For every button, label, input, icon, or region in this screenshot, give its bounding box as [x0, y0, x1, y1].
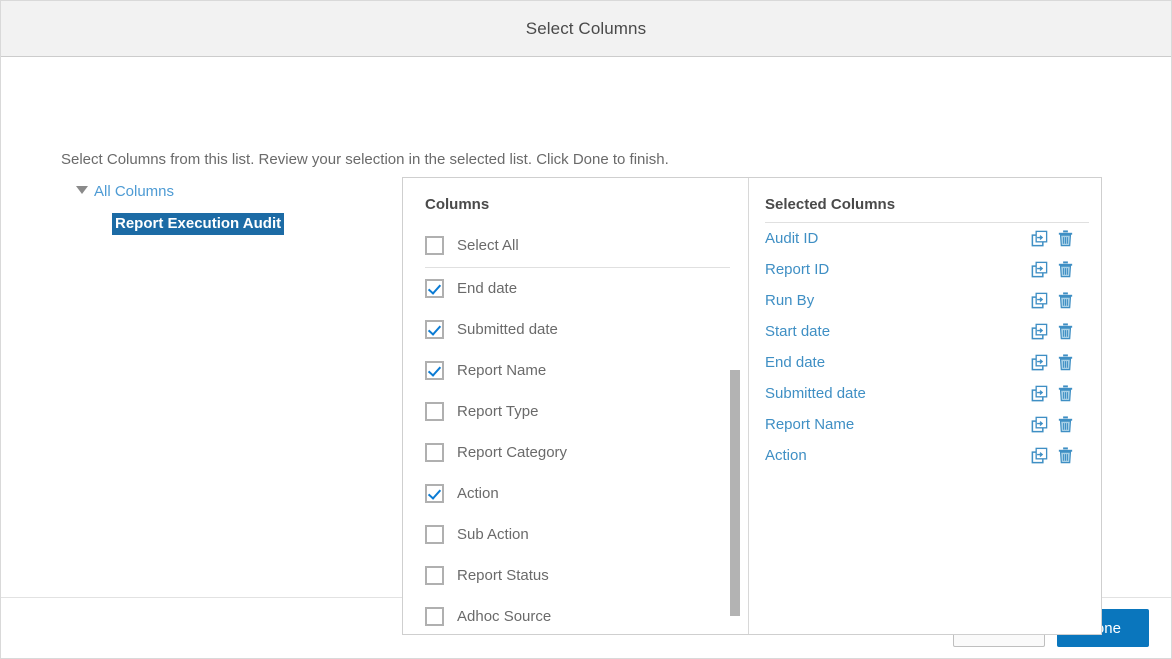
checkbox-row[interactable]: Report Status [403, 555, 748, 596]
selected-column-row[interactable]: Start date [749, 316, 1101, 347]
column-checkbox[interactable] [425, 566, 444, 585]
column-label: Report Status [457, 567, 549, 584]
selected-column-actions [1030, 353, 1075, 372]
delete-icon[interactable] [1056, 353, 1075, 372]
delete-icon[interactable] [1056, 415, 1075, 434]
column-label: Action [457, 485, 499, 502]
selected-column-actions [1030, 322, 1075, 341]
move-to-icon[interactable] [1030, 291, 1049, 310]
tree-node-report-execution-audit-label: Report Execution Audit [112, 213, 285, 235]
move-to-icon[interactable] [1030, 415, 1049, 434]
caret-down-icon[interactable] [75, 182, 89, 196]
checkbox-row[interactable]: Action [403, 473, 748, 514]
checkbox-row[interactable]: Adhoc Source [403, 596, 748, 634]
instruction-text: Select Columns from this list. Review yo… [61, 151, 669, 168]
selected-column-row[interactable]: Report Name [749, 409, 1101, 440]
checkbox-row[interactable]: Report Name [403, 350, 748, 391]
selected-column-label: Report Name [765, 416, 855, 433]
column-label: Submitted date [457, 321, 558, 338]
column-label: Report Category [457, 444, 568, 461]
selected-column-label: Submitted date [765, 385, 866, 402]
dialog-title: Select Columns [525, 18, 647, 38]
column-label: Adhoc Source [457, 608, 552, 625]
delete-icon[interactable] [1056, 260, 1075, 279]
selected-column-row[interactable]: Report ID [749, 254, 1101, 285]
tree-node-all-columns-label: All Columns [94, 182, 175, 200]
selected-columns-list: Audit ID Report ID Run By Start date End… [749, 222, 1101, 634]
selected-column-actions [1030, 415, 1075, 434]
checkbox-row[interactable]: End date [403, 268, 748, 309]
move-to-icon[interactable] [1030, 260, 1049, 279]
column-label: Report Name [457, 362, 547, 379]
selected-column-actions [1030, 260, 1075, 279]
selected-column-row[interactable]: End date [749, 347, 1101, 378]
column-checkbox[interactable] [425, 443, 444, 462]
move-to-icon[interactable] [1030, 322, 1049, 341]
columns-tree: All Columns Report Execution Audit [75, 179, 375, 235]
available-columns-title: Columns [425, 196, 490, 213]
selected-column-label: End date [765, 354, 826, 371]
checkbox-row-select-all[interactable]: Select All [403, 224, 748, 267]
selected-column-row[interactable]: Run By [749, 285, 1101, 316]
column-label: End date [457, 280, 518, 297]
dialog-header: Select Columns [1, 1, 1171, 57]
columns-panels: Columns Select All End date Submitted da… [402, 177, 1102, 635]
checkbox-row[interactable]: Submitted date [403, 309, 748, 350]
checkbox-row[interactable]: Report Category [403, 432, 748, 473]
delete-icon[interactable] [1056, 291, 1075, 310]
column-label: Report Type [457, 403, 539, 420]
selected-column-actions [1030, 229, 1075, 248]
move-to-icon[interactable] [1030, 353, 1049, 372]
column-checkbox[interactable] [425, 525, 444, 544]
selected-column-row[interactable]: Action [749, 440, 1101, 471]
column-checkbox[interactable] [425, 484, 444, 503]
move-to-icon[interactable] [1030, 229, 1049, 248]
available-columns-scrollbar[interactable] [730, 224, 740, 634]
delete-icon[interactable] [1056, 384, 1075, 403]
select-columns-dialog: Select Columns Select Columns from this … [0, 0, 1172, 659]
selected-columns-panel: Selected Columns Audit ID Report ID Run … [749, 178, 1101, 634]
selected-column-label: Report ID [765, 261, 830, 278]
column-label: Sub Action [457, 526, 529, 543]
selected-column-actions [1030, 446, 1075, 465]
column-checkbox[interactable] [425, 402, 444, 421]
select-all-label: Select All [457, 237, 519, 254]
column-checkbox[interactable] [425, 279, 444, 298]
tree-node-report-execution-audit[interactable]: Report Execution Audit [112, 213, 285, 235]
available-columns-panel: Columns Select All End date Submitted da… [403, 178, 749, 634]
select-all-checkbox[interactable] [425, 236, 444, 255]
delete-icon[interactable] [1056, 229, 1075, 248]
column-checkbox[interactable] [425, 361, 444, 380]
selected-column-label: Audit ID [765, 230, 819, 247]
move-to-icon[interactable] [1030, 446, 1049, 465]
selected-column-label: Action [765, 447, 807, 464]
move-to-icon[interactable] [1030, 384, 1049, 403]
column-checkbox[interactable] [425, 320, 444, 339]
selected-column-row[interactable]: Submitted date [749, 378, 1101, 409]
delete-icon[interactable] [1056, 322, 1075, 341]
selected-column-label: Start date [765, 323, 831, 340]
delete-icon[interactable] [1056, 446, 1075, 465]
selected-column-actions [1030, 384, 1075, 403]
selected-columns-title: Selected Columns [765, 196, 896, 213]
selected-column-actions [1030, 291, 1075, 310]
available-columns-list[interactable]: Select All End date Submitted date Repor… [403, 224, 748, 634]
column-checkbox[interactable] [425, 607, 444, 626]
checkbox-row[interactable]: Report Type [403, 391, 748, 432]
tree-node-all-columns[interactable]: All Columns [75, 179, 375, 203]
checkbox-row[interactable]: Sub Action [403, 514, 748, 555]
scrollbar-thumb[interactable] [730, 370, 740, 616]
selected-column-label: Run By [765, 292, 815, 309]
selected-column-row[interactable]: Audit ID [749, 223, 1101, 254]
dialog-body: Select Columns from this list. Review yo… [1, 57, 1171, 635]
